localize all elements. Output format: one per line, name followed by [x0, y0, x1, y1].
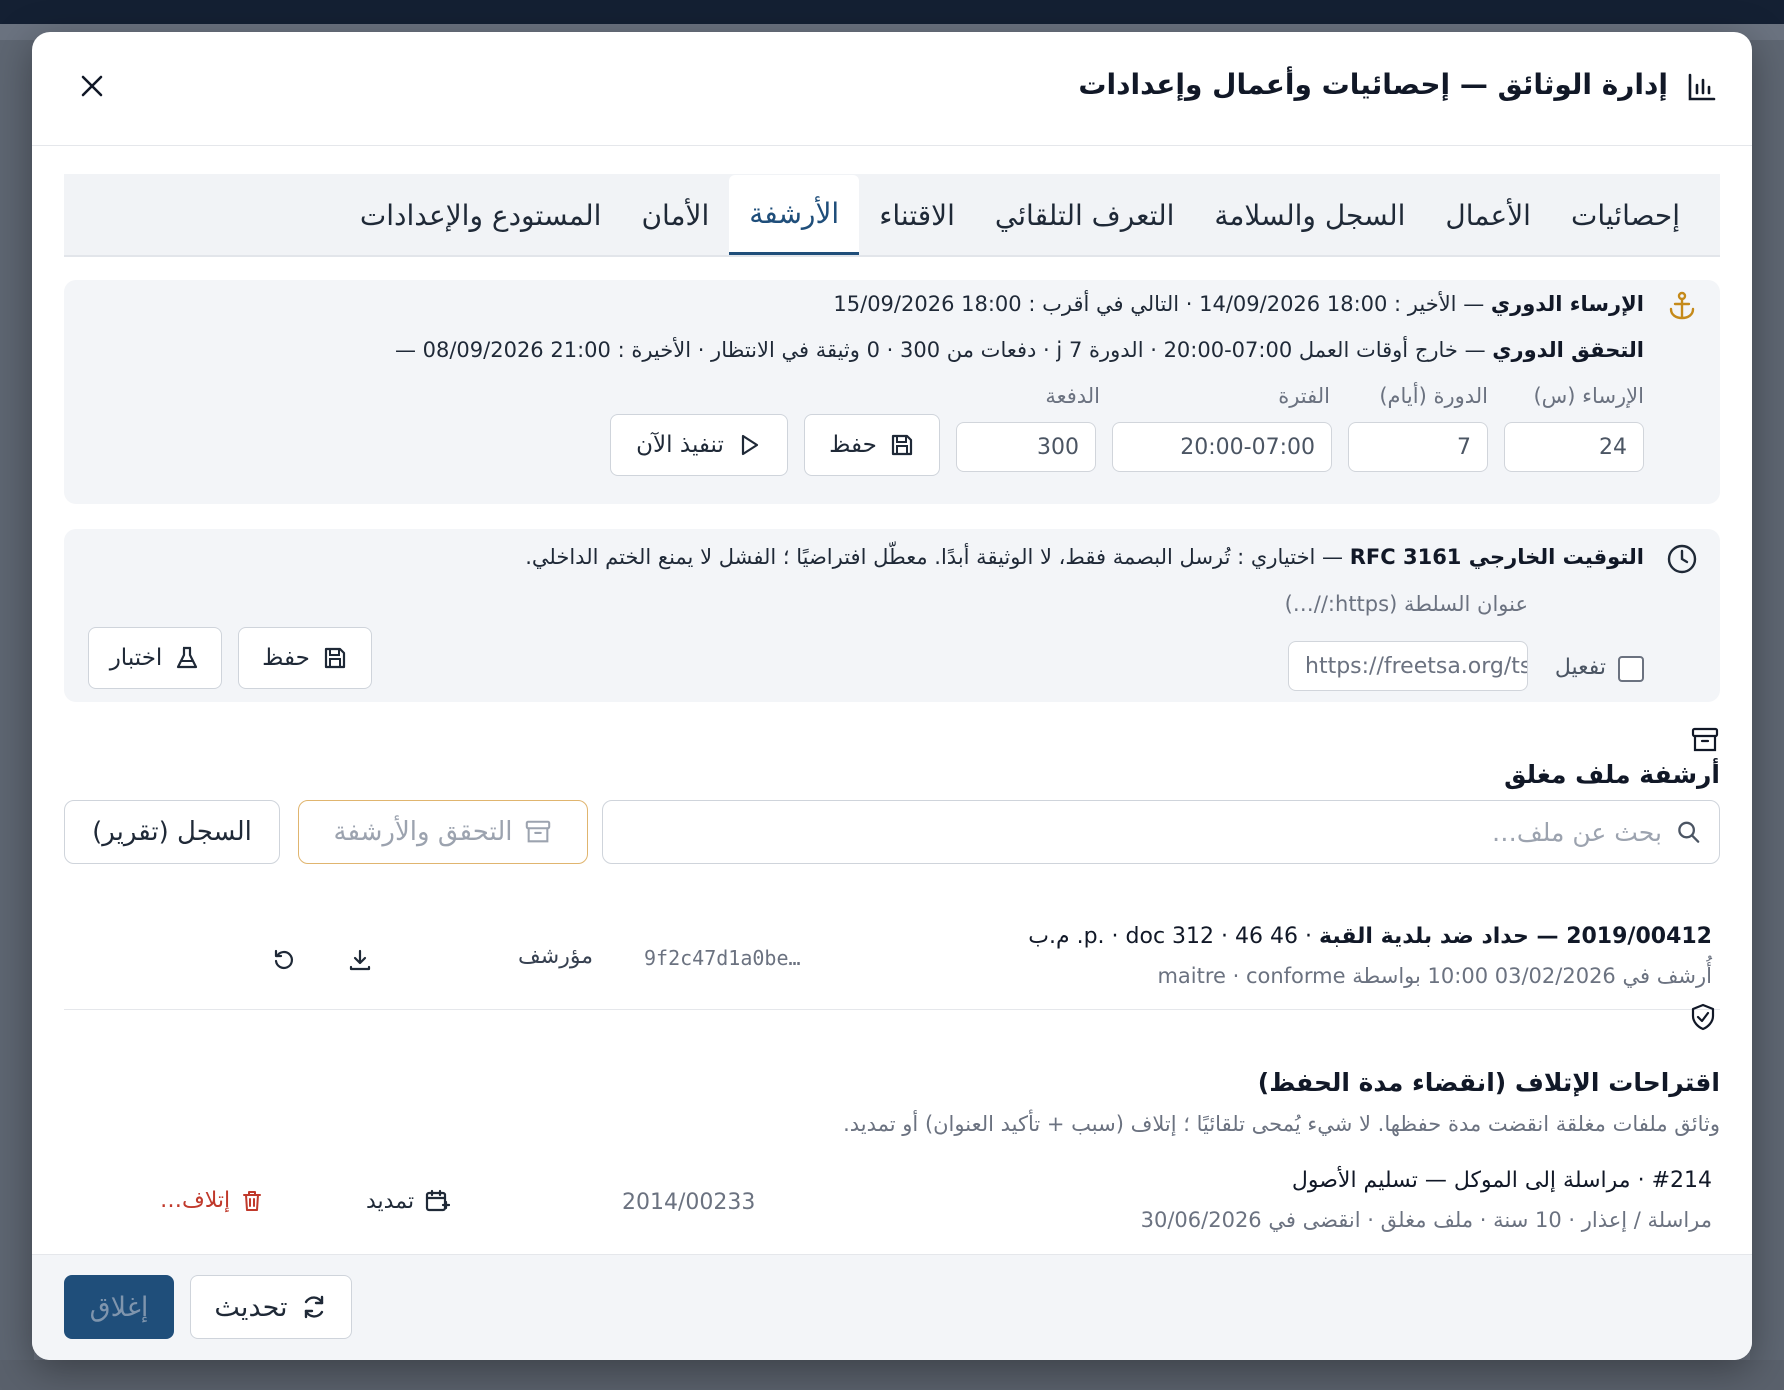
log-report-button[interactable]: السجل (تقرير): [64, 800, 280, 864]
shield-check-icon: [1691, 1003, 1715, 1031]
document-management-modal: إدارة الوثائق — إحصائيات وأعمال وإعدادات…: [32, 32, 1752, 1360]
cycle-days-input[interactable]: 7: [1348, 422, 1488, 472]
archive-box-icon: [1691, 727, 1719, 752]
tab-statistics[interactable]: إحصائيات: [1551, 175, 1700, 255]
run-now-label: تنفيذ الآن: [636, 432, 724, 458]
tab-security[interactable]: الأمان: [621, 175, 729, 255]
play-icon: [741, 434, 758, 456]
run-now-button[interactable]: تنفيذ الآن: [610, 414, 788, 476]
app-top-bar: [0, 0, 1784, 24]
verification-status-line: التحقق الدوري — خارج أوقات العمل 07:00-2…: [395, 338, 1644, 362]
destroy-label: إتلاف…: [160, 1188, 231, 1213]
batch-label: الدفعة: [1045, 384, 1100, 408]
file-search-box: [602, 800, 1720, 864]
tab-repository-settings[interactable]: المستودع والإعدادات: [340, 175, 622, 255]
batch-input[interactable]: 300: [956, 422, 1096, 472]
cycle-days-label: الدورة (أيام): [1379, 384, 1488, 408]
extend-label: تمديد: [366, 1188, 415, 1214]
archived-file-row: 2019/00412 — حداد ضد بلدية القبة · 46 46…: [64, 892, 1720, 1010]
backdrop-bottom: [0, 1360, 1784, 1390]
verify-and-archive-label: التحقق والأرشفة: [333, 817, 513, 847]
calendar-plus-icon: [425, 1189, 451, 1212]
anchoring-status-line: الإرساء الدوري — الأخير : 18:00 14/09/20…: [833, 292, 1644, 316]
modal-header: إدارة الوثائق — إحصائيات وأعمال وإعدادات: [32, 32, 1752, 146]
anchoring-status-text: — الأخير : 18:00 14/09/2026 · التالي في …: [833, 292, 1491, 316]
archived-file-title: 2019/00412 — حداد ضد بلدية القبة: [1319, 924, 1712, 949]
anchoring-title: الإرساء الدوري: [1490, 292, 1644, 316]
modal-footer: تحديث إغلاق: [32, 1254, 1752, 1360]
bar-chart-icon: [1688, 73, 1716, 101]
archived-file-meta: · 46 46 · 312 p. · doc. م.ب: [1028, 924, 1320, 949]
tab-auto-recognition[interactable]: التعرف التلقائي: [975, 175, 1195, 255]
extend-button[interactable]: تمديد: [366, 1188, 451, 1214]
restore-icon[interactable]: [266, 942, 302, 978]
refresh-label: تحديث: [214, 1291, 288, 1323]
modal-title: إدارة الوثائق — إحصائيات وأعمال وإعدادات: [1078, 68, 1668, 101]
periodic-anchoring-panel: الإرساء الدوري — الأخير : 18:00 14/09/20…: [64, 280, 1720, 504]
tab-bar: إحصائيات الأعمال السجل والسلامة التعرف ا…: [64, 174, 1720, 257]
tab-log-integrity[interactable]: السجل والسلامة: [1194, 175, 1425, 255]
timestamp-status-line: التوقيت الخارجي RFC 3161 — اختياري : تُر…: [525, 545, 1644, 569]
destruction-description: وثائق ملفات مغلقة انقضت مدة حفظها. لا شي…: [843, 1112, 1720, 1136]
authority-url-label: عنوان السلطة (https://…): [1284, 592, 1528, 616]
download-icon[interactable]: [342, 942, 378, 978]
verification-status-text: — خارج أوقات العمل 07:00-20:00 · الدورة …: [394, 338, 1493, 362]
enable-label: تفعيل: [1554, 655, 1606, 680]
proposal-title: #214 · مراسلة إلى الموكل — تسليم الأصول: [1291, 1168, 1712, 1193]
window-label: الفترة: [1278, 384, 1330, 408]
timestamp-save-label: حفظ: [262, 645, 310, 671]
test-label: اختبار: [109, 645, 163, 671]
flask-icon: [177, 646, 198, 669]
anchor-icon: [1669, 291, 1695, 320]
external-timestamp-panel: التوقيت الخارجي RFC 3161 — اختياري : تُر…: [64, 529, 1720, 702]
archived-file-subline: أُرشف في 03/02/2026 10:00 بواسطة maitre …: [1157, 964, 1712, 988]
destroy-button[interactable]: إتلاف…: [160, 1188, 264, 1213]
backdrop-right: [1750, 40, 1784, 1390]
proposal-file-ref: 2014/00233: [622, 1190, 756, 1215]
tab-works[interactable]: الأعمال: [1425, 175, 1551, 255]
archived-file-title-line: 2019/00412 — حداد ضد بلدية القبة · 46 46…: [1028, 924, 1712, 949]
refresh-button[interactable]: تحديث: [190, 1275, 352, 1339]
timestamp-save-button[interactable]: حفظ: [238, 627, 372, 689]
archive-hash: 9f2c47d1a0be…: [644, 946, 801, 970]
archive-icon: [526, 820, 551, 843]
backdrop-left: [0, 40, 34, 1390]
destruction-section-title: اقتراحات الإتلاف (انقضاء مدة الحفظ): [1257, 1068, 1720, 1097]
tab-acquisition[interactable]: الاقتناء: [859, 175, 975, 255]
save-icon: [891, 434, 912, 456]
verification-title: التحقق الدوري: [1492, 338, 1644, 362]
anchoring-save-button[interactable]: حفظ: [804, 414, 940, 476]
timestamp-title: التوقيت الخارجي RFC 3161: [1349, 545, 1644, 569]
verify-and-archive-button[interactable]: التحقق والأرشفة: [298, 800, 588, 864]
timestamp-status-text: — اختياري : تُرسل البصمة فقط، لا الوثيقة…: [525, 545, 1350, 569]
search-icon: [1678, 821, 1700, 843]
tab-archiving[interactable]: الأرشفة: [729, 175, 860, 255]
archive-status-badge: مؤرشف: [518, 944, 593, 969]
authority-url-input[interactable]: https://freetsa.org/tsr: [1288, 641, 1528, 691]
clock-icon: [1667, 544, 1697, 574]
test-button[interactable]: اختبار: [88, 627, 222, 689]
archive-section-title: أرشفة ملف مغلق: [1504, 760, 1720, 789]
window-input[interactable]: 20:00-07:00: [1112, 422, 1332, 472]
refresh-icon: [304, 1295, 323, 1319]
proposal-subline: مراسلة / إعذار · 10 سنة · ملف مغلق · انق…: [1140, 1208, 1712, 1232]
destruction-proposal-row: #214 · مراسلة إلى الموكل — تسليم الأصول …: [64, 1146, 1720, 1258]
anchor-hours-input[interactable]: 24: [1504, 422, 1644, 472]
close-button[interactable]: إغلاق: [64, 1275, 174, 1339]
file-search-input[interactable]: [603, 817, 1662, 847]
save-icon: [324, 647, 345, 669]
enable-checkbox[interactable]: [1618, 656, 1644, 682]
close-icon[interactable]: [72, 66, 112, 106]
anchor-hours-label: الإرساء (س): [1533, 384, 1644, 408]
trash-icon: [243, 1190, 262, 1211]
anchoring-save-label: حفظ: [829, 432, 877, 458]
